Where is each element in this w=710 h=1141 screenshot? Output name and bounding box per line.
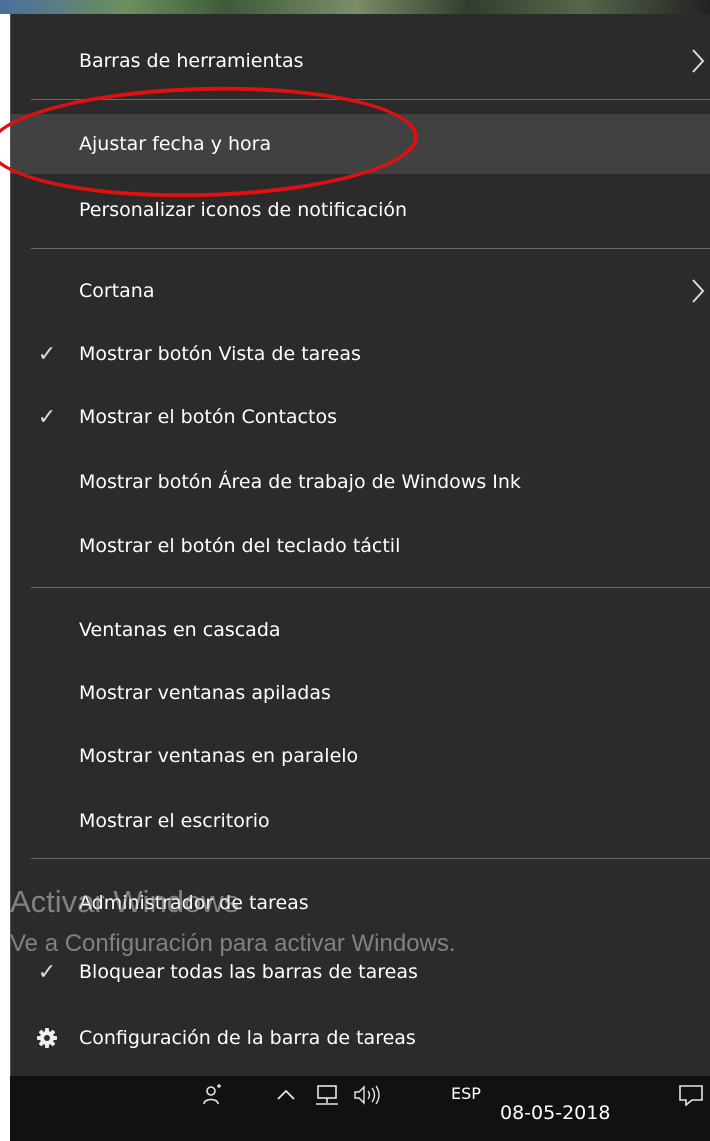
menu-item-label: Personalizar iconos de notificación [79, 199, 408, 221]
taskbar: ESP 08-05-2018 [10, 1076, 710, 1141]
menu-item-show-windows-ink-button[interactable]: Mostrar botón Área de trabajo de Windows… [11, 452, 710, 512]
checkmark-icon: ✓ [37, 404, 57, 430]
menu-item-show-people-button[interactable]: ✓ Mostrar el botón Contactos [11, 387, 710, 447]
language-indicator[interactable]: ESP [451, 1084, 481, 1103]
taskbar-context-menu: Barras de herramientas Ajustar fecha y h… [10, 14, 710, 1076]
gear-icon [33, 1008, 61, 1068]
menu-item-taskbar-settings[interactable]: Configuración de la barra de tareas [11, 1008, 710, 1068]
menu-item-label: Mostrar ventanas en paralelo [79, 745, 359, 767]
menu-separator [31, 858, 710, 859]
taskbar-date[interactable]: 08-05-2018 [500, 1102, 610, 1124]
checkmark-icon: ✓ [37, 341, 57, 367]
menu-item-label: Mostrar botón Vista de tareas [79, 343, 361, 365]
desktop-background [0, 0, 710, 14]
menu-item-label: Mostrar el botón Contactos [79, 406, 337, 428]
menu-separator [31, 248, 710, 249]
menu-item-label: Mostrar el botón del teclado táctil [79, 535, 401, 557]
checkmark-icon: ✓ [37, 959, 57, 985]
menu-item-label: Cortana [79, 280, 155, 302]
network-icon[interactable] [314, 1084, 340, 1112]
chevron-right-icon [691, 261, 705, 321]
menu-item-label: Configuración de la barra de tareas [79, 1027, 416, 1049]
menu-item-cascade-windows[interactable]: Ventanas en cascada [11, 600, 710, 660]
menu-item-show-task-view-button[interactable]: ✓ Mostrar botón Vista de tareas [11, 324, 710, 384]
action-center-icon[interactable] [678, 1084, 704, 1112]
menu-separator [31, 587, 710, 588]
menu-item-label: Mostrar botón Área de trabajo de Windows… [79, 471, 521, 493]
menu-item-label: Mostrar el escritorio [79, 810, 270, 832]
menu-item-toolbars[interactable]: Barras de herramientas [11, 31, 710, 91]
menu-separator [31, 99, 710, 100]
volume-icon[interactable] [353, 1084, 383, 1112]
menu-item-show-windows-stacked[interactable]: Mostrar ventanas apiladas [11, 663, 710, 723]
menu-item-show-windows-side-by-side[interactable]: Mostrar ventanas en paralelo [11, 726, 710, 786]
menu-item-adjust-date-time[interactable]: Ajustar fecha y hora [11, 114, 710, 174]
menu-item-show-touch-keyboard-button[interactable]: Mostrar el botón del teclado táctil [11, 516, 710, 576]
menu-item-task-manager[interactable]: Administrador de tareas [11, 873, 710, 933]
menu-item-label: Mostrar ventanas apiladas [79, 682, 331, 704]
menu-item-label: Bloquear todas las barras de tareas [79, 961, 418, 983]
chevron-up-icon[interactable] [275, 1084, 297, 1112]
people-icon[interactable] [202, 1084, 224, 1112]
menu-item-cortana[interactable]: Cortana [11, 261, 710, 321]
menu-item-label: Barras de herramientas [79, 50, 304, 72]
menu-item-label: Ventanas en cascada [79, 619, 281, 641]
menu-item-customize-notification-icons[interactable]: Personalizar iconos de notificación [11, 180, 710, 240]
menu-item-label: Administrador de tareas [79, 892, 309, 914]
menu-item-label: Ajustar fecha y hora [79, 133, 272, 155]
menu-item-show-desktop[interactable]: Mostrar el escritorio [11, 791, 710, 851]
menu-item-lock-all-taskbars[interactable]: ✓ Bloquear todas las barras de tareas [11, 942, 710, 1002]
chevron-right-icon [691, 31, 705, 91]
